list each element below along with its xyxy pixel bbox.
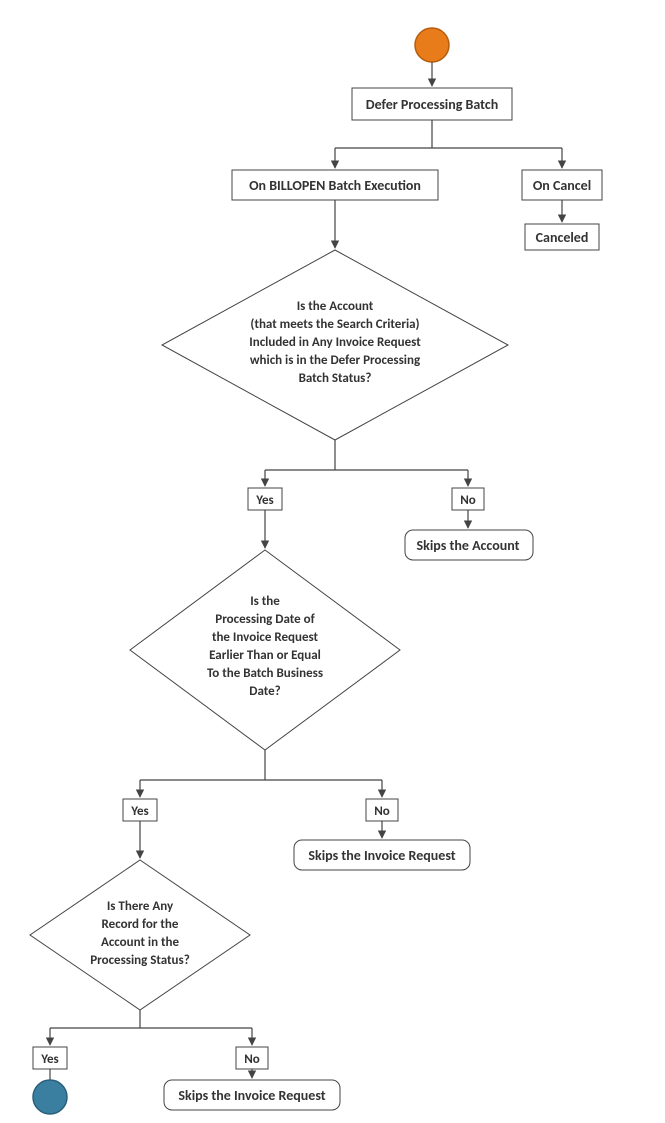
defer-processing-label: Defer Processing Batch [366,96,498,113]
skips-invoice-label-1: Skips the Invoice Request [308,847,455,864]
decision2-text-1: Is the [250,594,280,609]
decision3-yes-label: Yes [40,1052,58,1067]
skips-invoice-label-2: Skips the Invoice Request [178,1087,325,1104]
decision3-text-3: Account in the [101,935,180,950]
decision2-yes-label: Yes [130,804,148,819]
decision2-text-5: To the Batch Business [207,666,323,681]
decision2-text-4: Earlier Than or Equal [209,648,321,663]
decision2-text-6: Date? [249,684,280,699]
flowchart-diagram: Defer Processing Batch On BILLOPEN Batch… [0,0,665,1123]
decision3-text-1: Is There Any [107,899,174,914]
decision2-no-label: No [374,804,390,819]
decision3-text-4: Processing Status? [90,953,190,968]
decision2-text-3: the Invoice Request [212,630,319,645]
decision1-text-1: Is the Account [297,299,374,314]
on-billopen-label: On BILLOPEN Batch Execution [249,177,421,194]
decision1-text-3: Included in Any Invoice Request [249,335,421,350]
decision2-text-2: Processing Date of [215,612,315,627]
decision1-yes-label: Yes [255,493,273,508]
on-cancel-label: On Cancel [533,177,591,194]
decision1-text-2: (that meets the Search Criteria) [250,317,419,332]
decision1-text-5: Batch Status? [299,371,372,386]
end-node [33,1080,67,1114]
decision3-text-2: Record for the [102,917,179,932]
decision3-no-label: No [244,1052,260,1067]
decision1-text-4: which is in the Defer Processing [250,353,421,368]
skips-account-label: Skips the Account [417,537,520,554]
canceled-label: Canceled [536,229,589,246]
start-node [415,28,449,62]
decision1-no-label: No [460,493,476,508]
